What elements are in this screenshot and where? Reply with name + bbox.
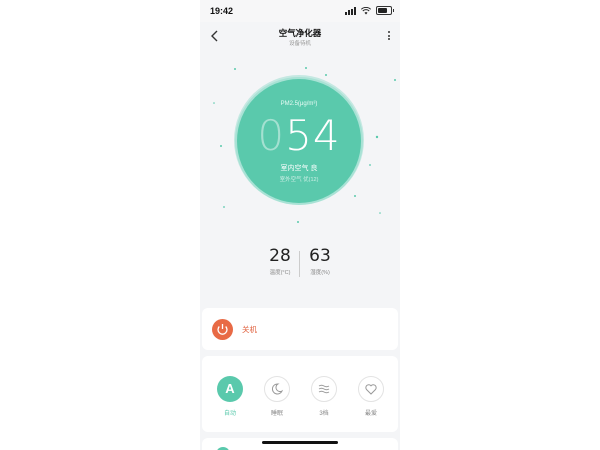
air-quality-gauge: PM2.5(μg/m³) 054 室内空气 良 室外空气 优(12) — [237, 79, 361, 203]
next-card[interactable] — [202, 438, 398, 450]
auto-icon: A — [217, 376, 243, 402]
env-stats: 28 温度(°C) 63 湿度(%) — [200, 246, 400, 280]
mode-level3-label: 3档 — [319, 411, 329, 417]
mode-sleep[interactable]: 睡眠 — [259, 376, 295, 417]
mode-auto[interactable]: A 自动 — [212, 376, 248, 417]
mode-favorite-label: 最爱 — [364, 411, 377, 417]
outdoor-air-label: 室外空气 优(12) — [279, 177, 319, 183]
mode-card: A 自动 睡眠 3档 最爱 — [202, 356, 398, 432]
wind-icon — [318, 384, 330, 394]
home-indicator[interactable] — [262, 441, 338, 444]
heart-icon — [365, 384, 377, 395]
phone-screen: 19:42 空气净化器 设备待机 PM2.5(μg/m³) 054 室内空气 良… — [200, 0, 400, 450]
power-label: 关机 — [242, 325, 257, 334]
moon-icon — [271, 383, 284, 395]
mode-sleep-label: 睡眠 — [270, 411, 283, 417]
pm25-digits: 54 — [285, 111, 341, 160]
power-button[interactable] — [212, 319, 233, 340]
pm25-leading-zero: 0 — [257, 111, 286, 160]
humidity-label: 湿度(%) — [310, 270, 330, 276]
mode-level3[interactable]: 3档 — [306, 376, 342, 417]
mode-favorite[interactable]: 最爱 — [353, 376, 389, 417]
humidity-stat: 63 湿度(%) — [290, 246, 350, 276]
auto-glyph: A — [225, 381, 235, 396]
humidity-value: 63 — [309, 246, 331, 266]
pm25-unit-label: PM2.5(μg/m³) — [280, 101, 318, 107]
indoor-air-label: 室内空气 良 — [280, 165, 318, 172]
power-card[interactable]: 关机 — [202, 308, 398, 350]
mode-auto-label: 自动 — [223, 411, 236, 417]
power-icon — [217, 324, 228, 335]
pm25-value: 054 — [237, 111, 361, 160]
